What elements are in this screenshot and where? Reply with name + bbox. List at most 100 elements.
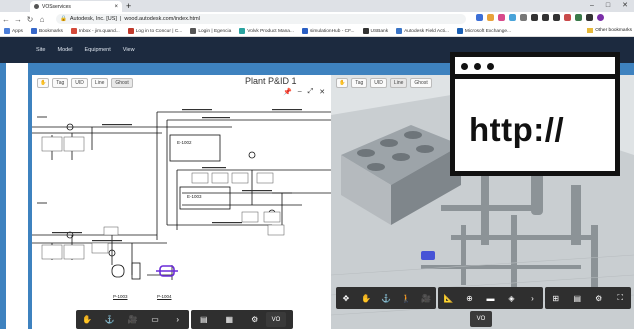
star-icon[interactable] [476,14,483,21]
extension-icon[interactable] [487,14,494,21]
pid-hand-icon[interactable]: ✋ [37,78,50,88]
extension-icon[interactable] [586,14,593,21]
model-toolbar-middle: 📐 ⊕ ▬ ◈ › [438,287,543,309]
chevron-right-icon[interactable]: › [171,315,185,324]
pid-toggle-line[interactable]: Line [90,78,109,88]
new-tab-icon[interactable]: + [126,1,131,11]
layers-icon[interactable]: ▤ [570,294,584,303]
minimize-panel-icon[interactable]: – [298,88,302,96]
pid-diagram[interactable] [32,75,331,329]
hierarchy-icon[interactable]: ▦ [222,315,236,324]
anchor-icon[interactable]: ⚓ [103,315,117,324]
pid-toolbar-left: ✋ ⚓ 🎥 ▭ › [76,310,189,329]
walk-icon[interactable]: 🚶 [399,294,413,303]
extension-icons [476,14,604,21]
anchor-icon[interactable]: ⚓ [379,294,393,303]
window-dot-icon [487,63,494,70]
cube-icon[interactable]: ◈ [505,294,519,303]
settings-icon[interactable]: ⚙ [248,315,262,324]
model-toolbar-right: ⊞ ▤ ⚙ ⛶ [545,287,631,309]
highlighted-pump[interactable] [156,265,178,277]
tab-favicon-icon [34,4,39,9]
minimize-icon[interactable]: – [590,0,594,11]
profile-avatar[interactable] [597,14,604,21]
layers-icon[interactable]: ▤ [197,315,211,324]
pid-view-icons: 📌 – ⤢ ✕ [283,88,325,96]
model-toggle-line[interactable]: Line [389,78,408,88]
bookmarks-bar: Apps Bookmarks Inbox - jim.quand... Log … [0,26,634,37]
forward-icon[interactable]: → [12,15,24,24]
equipment-label: E-1002 [177,140,192,145]
nav-model[interactable]: Model [57,47,72,53]
back-icon[interactable]: ← [0,15,12,24]
close-tab-icon[interactable]: × [114,4,118,10]
chevron-right-icon[interactable]: › [526,294,540,303]
extension-icon[interactable] [531,14,538,21]
equipment-label: P-1004 [157,294,172,299]
maximize-icon[interactable]: □ [606,0,610,11]
nav-view[interactable]: View [123,47,135,53]
overlay-title-bar [455,57,615,79]
fullscreen-icon[interactable]: ⛶ [613,293,627,303]
extension-icon[interactable] [542,14,549,21]
model-vo-button[interactable]: VO [470,311,492,327]
bookmark-simulationhub[interactable]: simulationHub - CF... [301,28,355,34]
camera-icon[interactable]: 🎥 [125,315,139,324]
model-hand-icon[interactable]: ✋ [336,78,349,88]
ruler-icon[interactable]: ▭ [148,315,162,324]
equipment-label: P-1003 [113,294,128,299]
close-window-icon[interactable]: ✕ [622,0,628,11]
bookmark-exchange[interactable]: Microsoft Exchange... [456,28,511,34]
pid-toggle-ghost[interactable]: Ghost [111,78,133,88]
pid-toggle-tag[interactable]: Tag [52,78,69,88]
pid-vo-button[interactable]: VO [266,312,286,327]
lock-icon: 🔒 [60,16,67,22]
other-bookmarks[interactable]: Other bookmarks [587,28,632,33]
left-sidebar-accent [0,63,6,329]
nav-site[interactable]: Site [36,47,45,53]
bookmark-apps[interactable]: Apps [4,28,23,34]
extension-icon[interactable] [564,14,571,21]
bookmark-autodesk-field[interactable]: Autodesk Field Acti... [396,28,449,34]
model-toggle-tag[interactable]: Tag [351,78,368,88]
settings-icon[interactable]: ⚙ [592,294,606,303]
equipment-label: E-1003 [187,194,202,199]
pin-icon[interactable]: 📌 [283,88,292,96]
bookmark-egencia[interactable]: Login | Egencia [190,28,231,34]
measure-icon[interactable]: 📐 [442,294,456,303]
url-text: wood.autodesk.com/index.html [124,16,200,22]
reload-icon[interactable]: ↻ [24,15,36,24]
highlighted-pump-3d[interactable] [421,251,435,260]
extension-icon[interactable] [575,14,582,21]
browser-tab[interactable]: VOSservices × [30,1,122,12]
model-toggle-uid[interactable]: UID [370,78,387,88]
home-icon[interactable]: ⌂ [36,15,48,24]
extension-icon[interactable] [509,14,516,21]
model-toggle-bar: ✋ Tag UID Line Ghost [336,78,432,88]
bookmark-usbank[interactable]: USBank [362,28,388,34]
window-dot-icon [474,63,481,70]
bookmark-bookmarks[interactable]: Bookmarks [30,28,63,34]
expand-icon[interactable]: ⤢ [308,88,314,96]
http-browser-overlay: http:// [450,52,620,176]
close-panel-icon[interactable]: ✕ [319,88,325,96]
pid-toggle-uid[interactable]: UID [71,78,88,88]
extension-icon[interactable] [520,14,527,21]
pid-panel[interactable] [32,75,331,329]
model-toggle-ghost[interactable]: Ghost [410,78,432,88]
bookmark-volvk[interactable]: Volvk Product Mana... [239,28,294,34]
bookmark-inbox[interactable]: Inbox - jim.quand... [70,28,120,34]
section-icon[interactable]: ⊕ [463,294,477,303]
extension-icon[interactable] [498,14,505,21]
window-dot-icon [461,63,468,70]
bookmark-concur[interactable]: Log in to Concur | C... [127,28,182,34]
nav-equipment[interactable]: Equipment [84,47,110,53]
pan-hand-icon[interactable]: ✋ [359,294,373,303]
hand-icon[interactable]: ✋ [80,315,94,324]
url-input[interactable]: 🔒 Autodesk, Inc. [US] | wood.autodesk.co… [56,14,466,24]
extension-icon[interactable] [553,14,560,21]
ruler-icon[interactable]: ▬ [484,294,498,303]
camera-icon[interactable]: 🎥 [419,294,433,303]
hierarchy-icon[interactable]: ⊞ [549,294,563,303]
orbit-icon[interactable]: ✥ [339,294,353,303]
